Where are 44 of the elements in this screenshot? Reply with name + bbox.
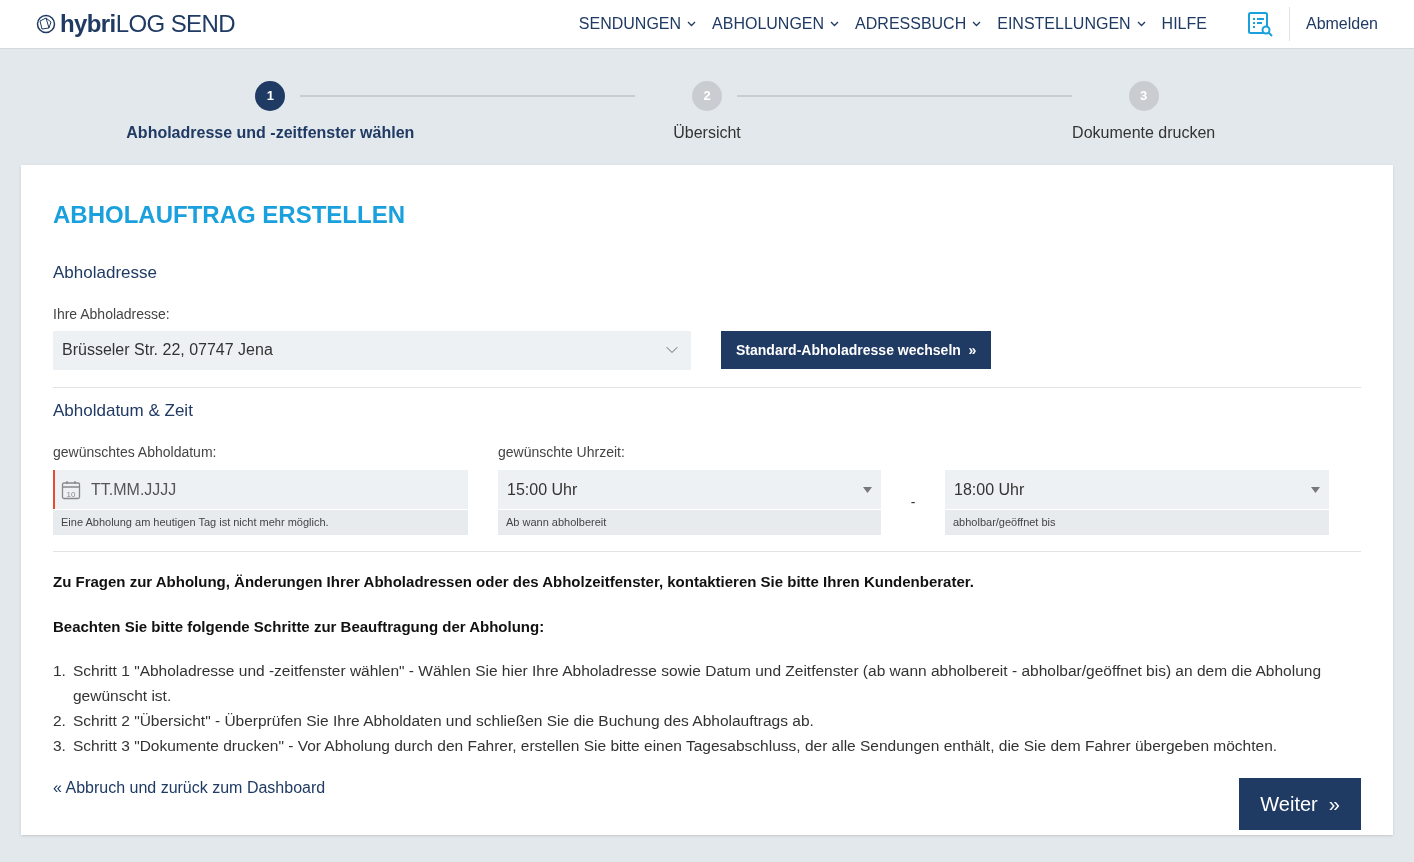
caret-icon [1136,21,1146,27]
time-from-select[interactable]: 15:00 Uhr [498,470,881,509]
calendar-icon: 10 [61,480,81,500]
logout-link[interactable]: Abmelden [1305,12,1378,36]
caret-icon [687,21,697,27]
caret-icon [830,21,840,27]
instruction-text: Schritt 3 "Dokumente drucken" - Vor Abholung durch den Fahrer, erstellen Sie bitte einen Tagesabschluss, der alle Sendungen enthält, die Sie dem Fahrer übergeben möchten. [73,736,1278,756]
list-marker: 3. [53,736,67,756]
change-address-button[interactable]: Standard-Abholadresse wechseln » [721,331,992,369]
search-list-icon[interactable] [1246,11,1273,37]
field-label: Ihre Abholadresse: [53,304,171,324]
next-button[interactable]: Weiter » [1239,778,1361,830]
field-hint: abholbar/geöffnet bis [945,510,1329,535]
globe-logo-icon [36,14,56,34]
field-hint: Eine Abholung am heutigen Tag ist nicht mehr möglich. [53,510,468,535]
range-separator: - [909,493,917,512]
caret-icon [972,21,982,27]
nav-link[interactable]: EINSTELLUNGEN [997,12,1146,36]
field-hint: Ab wann abholbereit [498,510,881,535]
nav-link[interactable]: HILFE [1161,12,1207,36]
instruction-text: Schritt 2 "Übersicht" - Überprüfen Sie Ihre Abholdaten und schließen Sie die Buchung des Abholauftrags ab. [73,711,814,731]
nav-link[interactable]: ABHOLUNGEN [712,12,840,36]
time-to-select[interactable]: 18:00 Uhr [945,470,1329,509]
field-label: gewünschte Uhrzeit: [498,443,626,462]
list-marker: 1. [53,661,67,681]
instruction-text: Schritt 1 "Abholadresse und -zeitfenster wählen" - Wählen Sie hier Ihre Abholadresse sowie Datum und Zeitfenster (ab wann abholbereit - abholbar/geöffnet bis) an dem die Abholung gewünscht ist. [73,661,1322,706]
section-heading: Abholdatum & Zeit [53,399,194,422]
list-marker: 2. [53,711,67,731]
nav-link[interactable]: ADRESSBUCH [855,12,982,36]
dropdown-triangle-icon [863,486,872,493]
address-select[interactable]: Brüsseler Str. 22, 07747 Jena [53,330,691,370]
section-heading: Abholadresse [53,262,158,284]
step-label: Übersicht [673,123,741,143]
page-title: ABHOLAUFTRAG ERSTELLEN [53,200,406,230]
dropdown-triangle-icon [1311,486,1320,493]
steps-heading: Beachten Sie bitte folgende Schritte zur Beauftragung der Abholung: [53,616,546,637]
back-link[interactable]: « Abbruch und zurück zum Dashboard [53,776,326,800]
step-label: Dokumente drucken [1072,123,1216,143]
contact-note: Zu Fragen zur Abholung, Änderungen Ihrer Abholadressen oder des Abholzeitfenster, kontaktieren Sie bitte Ihren Kundenberater. [53,572,975,592]
step-number: 1 [255,81,286,111]
nav-link[interactable]: SENDUNGEN [578,12,697,36]
field-label: gewünschtes Abholdatum: [53,443,218,462]
app-logo: hybriLOG SEND [60,9,235,39]
step-label: Abholadresse und -zeitfenster wählen [126,123,415,143]
